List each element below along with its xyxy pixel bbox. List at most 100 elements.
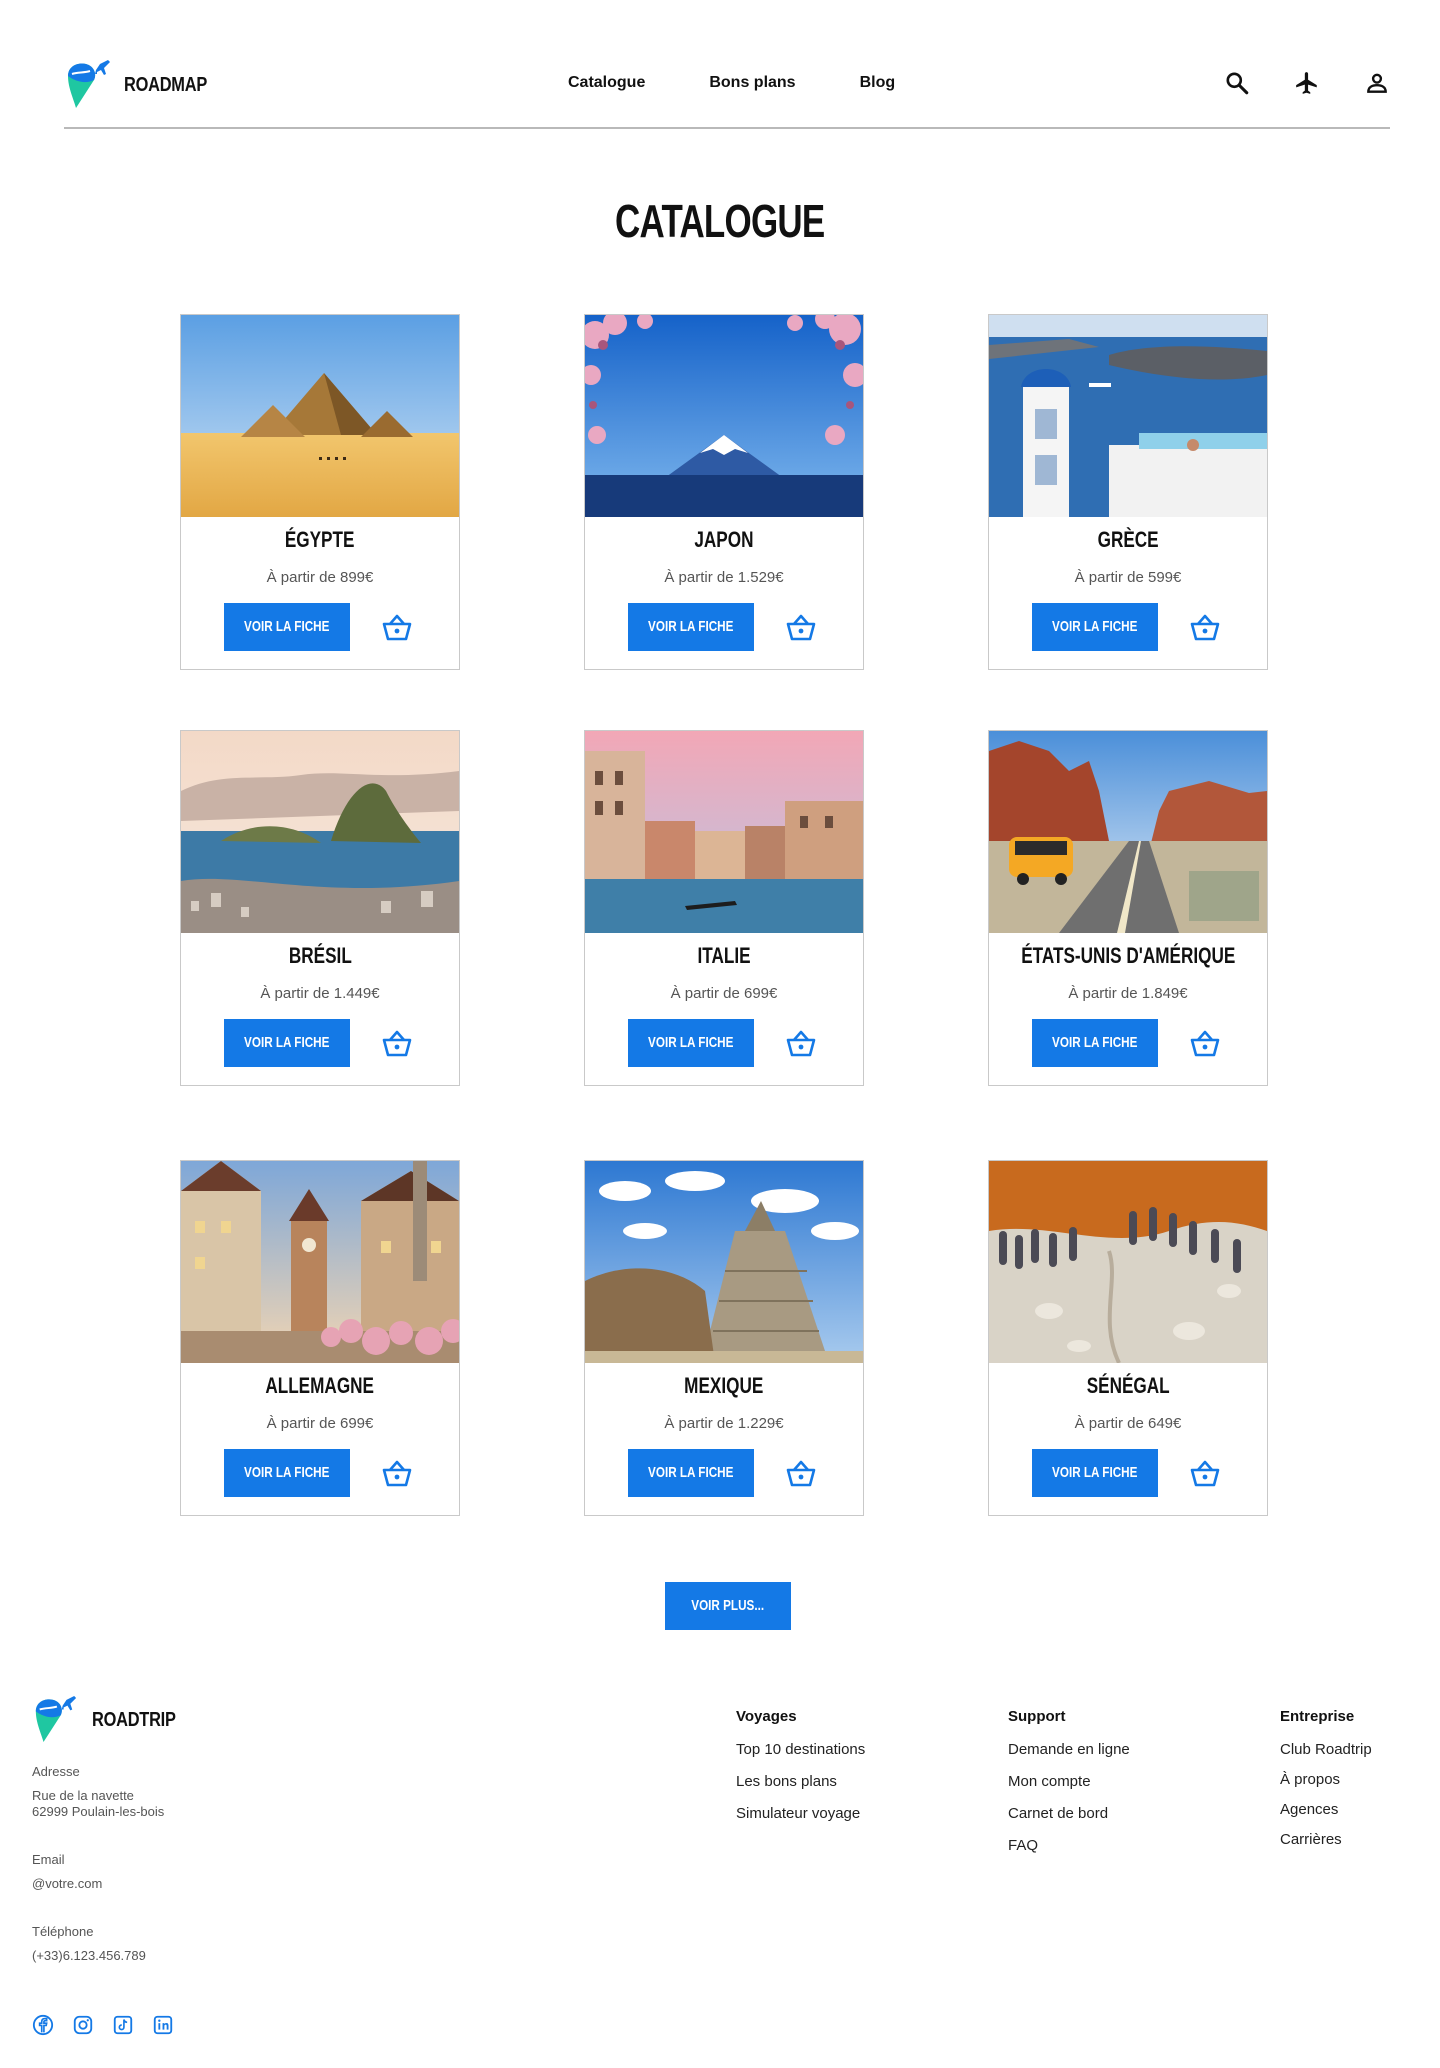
main-nav: Catalogue Bons plans Blog	[568, 74, 895, 92]
basket-icon[interactable]	[785, 1459, 817, 1487]
footer-link[interactable]: À propos	[1280, 1771, 1372, 1788]
destination-card-senegal: SÉNÉGAL À partir de 649€ VOIR LA FICHE	[988, 1160, 1268, 1516]
destination-name: ITALIE	[697, 943, 751, 968]
footer-column-voyages: Voyages Top 10 destinations Les bons pla…	[736, 1708, 865, 1837]
brand-logo[interactable]: ROADMAP	[64, 60, 225, 110]
footer-link[interactable]: Mon compte	[1008, 1773, 1130, 1790]
destination-price: À partir de 899€	[266, 569, 374, 586]
destination-image	[989, 731, 1267, 933]
basket-icon[interactable]	[785, 613, 817, 641]
basket-icon[interactable]	[381, 1459, 413, 1487]
header-divider	[64, 127, 1390, 129]
nav-bons-plans[interactable]: Bons plans	[709, 74, 795, 92]
footer-link[interactable]: Carnet de bord	[1008, 1805, 1130, 1822]
view-details-button[interactable]: VOIR LA FICHE	[1032, 1449, 1158, 1497]
view-details-button[interactable]: VOIR LA FICHE	[628, 1019, 754, 1067]
destination-name: ÉTATS-UNIS D'AMÉRIQUE	[1020, 943, 1236, 968]
view-details-button[interactable]: VOIR LA FICHE	[1032, 603, 1158, 651]
destination-price: À partir de 1.849€	[1068, 985, 1188, 1002]
airplane-icon[interactable]	[1294, 70, 1320, 96]
footer-column-title: Support	[1008, 1708, 1066, 1725]
email-label: Email	[32, 1852, 65, 1867]
view-details-button[interactable]: VOIR LA FICHE	[224, 1019, 350, 1067]
destination-price: À partir de 699€	[266, 1415, 374, 1432]
address-line-2: 62999 Poulain-les-bois	[32, 1804, 165, 1819]
basket-icon[interactable]	[785, 1029, 817, 1057]
footer-link[interactable]: Demande en ligne	[1008, 1741, 1130, 1758]
view-details-button[interactable]: VOIR LA FICHE	[628, 1449, 754, 1497]
view-details-button[interactable]: VOIR LA FICHE	[224, 603, 350, 651]
destination-name: MEXIQUE	[684, 1373, 764, 1398]
basket-icon[interactable]	[1189, 613, 1221, 641]
footer-link[interactable]: FAQ	[1008, 1837, 1130, 1854]
basket-icon[interactable]	[381, 613, 413, 641]
destination-image	[989, 1161, 1267, 1363]
destination-name: GRÈCE	[1097, 527, 1159, 552]
footer-column-support: Support Demande en ligne Mon compte Carn…	[1008, 1708, 1130, 1869]
destination-price: À partir de 599€	[1074, 569, 1182, 586]
destination-image	[585, 315, 863, 517]
destination-image	[989, 315, 1267, 517]
phone-value[interactable]: (+33)6.123.456.789	[32, 1948, 146, 1964]
destination-image	[181, 1161, 459, 1363]
footer-column-title: Entreprise	[1280, 1708, 1355, 1725]
footer-column-title: Voyages	[736, 1708, 797, 1725]
nav-catalogue[interactable]: Catalogue	[568, 74, 645, 92]
search-icon[interactable]	[1224, 70, 1250, 96]
footer-link[interactable]: Club Roadtrip	[1280, 1741, 1372, 1758]
destination-name: SÉNÉGAL	[1086, 1373, 1170, 1398]
destination-card-grece: GRÈCE À partir de 599€ VOIR LA FICHE	[988, 314, 1268, 670]
view-details-button[interactable]: VOIR LA FICHE	[224, 1449, 350, 1497]
logo-mark-icon	[68, 60, 110, 108]
facebook-icon[interactable]	[32, 2014, 54, 2036]
social-links	[32, 2014, 174, 2036]
footer-logo[interactable]: ROADTRIP	[32, 1696, 194, 1744]
footer-link[interactable]: Top 10 destinations	[736, 1741, 865, 1758]
destination-card-bresil: BRÉSIL À partir de 1.449€ VOIR LA FICHE	[180, 730, 460, 1086]
destination-card-japon: JAPON À partir de 1.529€ VOIR LA FICHE	[584, 314, 864, 670]
destination-card-allemagne: ALLEMAGNE À partir de 699€ VOIR LA FICHE	[180, 1160, 460, 1516]
destination-card-egypte: ÉGYPTE À partir de 899€ VOIR LA FICHE	[180, 314, 460, 670]
destination-image	[585, 731, 863, 933]
destination-image	[181, 315, 459, 517]
address-line-1: Rue de la navette	[32, 1788, 134, 1803]
view-details-button[interactable]: VOIR LA FICHE	[1032, 1019, 1158, 1067]
site-header: ROADMAP Catalogue Bons plans Blog	[64, 56, 1390, 129]
destination-price: À partir de 1.529€	[664, 569, 784, 586]
tiktok-icon[interactable]	[112, 2014, 134, 2036]
footer-link[interactable]: Carrières	[1280, 1831, 1372, 1848]
destination-card-etats-unis: ÉTATS-UNIS D'AMÉRIQUE À partir de 1.849€…	[988, 730, 1268, 1086]
brand-name: ROADMAP	[124, 73, 208, 96]
header-actions	[1224, 70, 1390, 96]
destination-price: À partir de 1.449€	[260, 985, 380, 1002]
basket-icon[interactable]	[1189, 1459, 1221, 1487]
destination-name: ALLEMAGNE	[265, 1373, 375, 1398]
page-title: CATALOGUE	[615, 195, 825, 247]
address-label: Adresse	[32, 1764, 80, 1779]
basket-icon[interactable]	[381, 1029, 413, 1057]
email-value[interactable]: @votre.com	[32, 1876, 102, 1892]
load-more-button[interactable]: VOIR PLUS...	[665, 1582, 791, 1630]
linkedin-icon[interactable]	[152, 2014, 174, 2036]
destination-card-mexique: MEXIQUE À partir de 1.229€ VOIR LA FICHE	[584, 1160, 864, 1516]
footer-link[interactable]: Agences	[1280, 1801, 1372, 1818]
footer-link[interactable]: Les bons plans	[736, 1773, 865, 1790]
destination-image	[181, 731, 459, 933]
destination-image	[585, 1161, 863, 1363]
destination-name: ÉGYPTE	[285, 527, 355, 552]
nav-blog[interactable]: Blog	[860, 74, 896, 92]
destination-price: À partir de 649€	[1074, 1415, 1182, 1432]
destination-price: À partir de 1.229€	[664, 1415, 784, 1432]
basket-icon[interactable]	[1189, 1029, 1221, 1057]
view-details-button[interactable]: VOIR LA FICHE	[628, 603, 754, 651]
destination-name: JAPON	[694, 527, 754, 552]
footer-brand-name: ROADTRIP	[92, 1708, 176, 1731]
phone-label: Téléphone	[32, 1924, 94, 1939]
destination-card-italie: ITALIE À partir de 699€ VOIR LA FICHE	[584, 730, 864, 1086]
destination-name: BRÉSIL	[288, 943, 352, 968]
instagram-icon[interactable]	[72, 2014, 94, 2036]
footer-link[interactable]: Simulateur voyage	[736, 1805, 865, 1822]
user-icon[interactable]	[1364, 70, 1390, 96]
destination-price: À partir de 699€	[670, 985, 778, 1002]
footer-column-entreprise: Entreprise Club Roadtrip À propos Agence…	[1280, 1708, 1372, 1861]
